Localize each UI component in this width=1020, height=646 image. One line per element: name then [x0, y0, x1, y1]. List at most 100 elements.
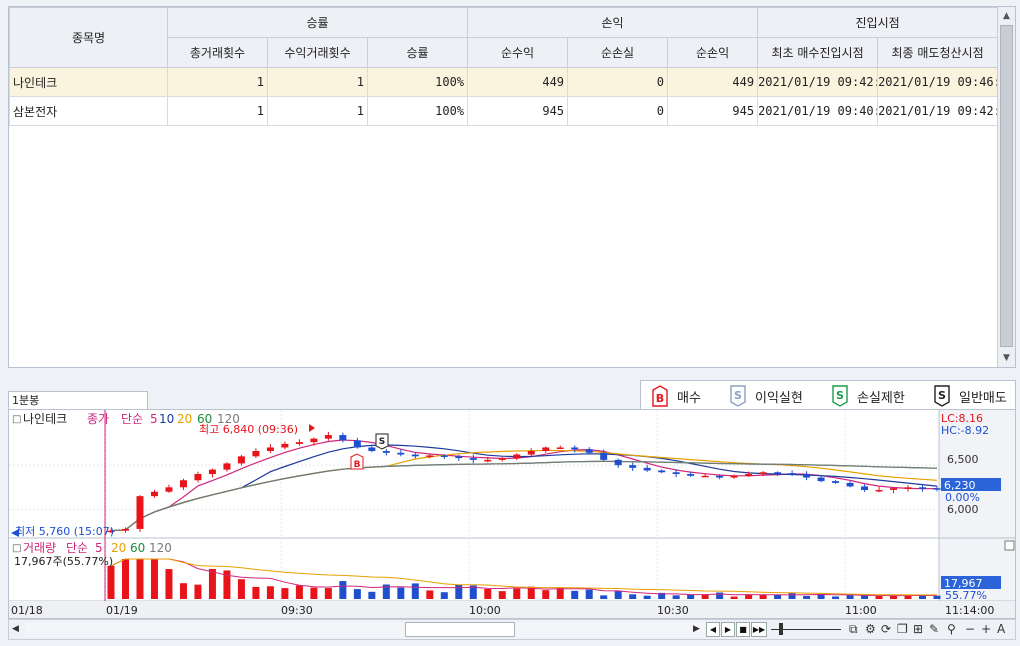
collapse-icon[interactable]: □ [12, 414, 21, 425]
sell-trade-marker[interactable]: S [375, 433, 389, 450]
volume-bar [281, 588, 289, 599]
draw-icon[interactable]: ✎ [929, 621, 939, 638]
volume-bar [266, 586, 274, 599]
chart-canvas[interactable]: □ 나인테크 종가 단순 5 10 20 60 120 최고 6,840 (09… [9, 410, 1015, 618]
ytick-label: 6,000 [947, 503, 979, 516]
candle [716, 475, 724, 478]
table-row[interactable]: 나인테크 1 1 100% 449 0 449 2021/01/19 09:42… [9, 67, 999, 97]
candle [223, 463, 231, 470]
candle [803, 474, 811, 478]
step-back-button[interactable]: ◀ [706, 622, 720, 637]
cell-name: 나인테크 [9, 67, 168, 97]
candle [774, 472, 782, 474]
candle [759, 472, 767, 475]
col-header-total-trades[interactable]: 총거래횟수 [167, 37, 268, 68]
candle [121, 528, 129, 531]
zoom-out-icon[interactable]: − [965, 621, 975, 638]
xtick-label: 10:00 [469, 604, 501, 617]
volume-bar [861, 595, 869, 599]
cell-net-loss: 0 [567, 96, 669, 126]
volume-bar [875, 596, 883, 599]
speed-slider-handle[interactable] [779, 623, 783, 635]
candle [165, 487, 173, 492]
volume-bar [295, 585, 303, 599]
scroll-up-icon[interactable]: ▲ [998, 8, 1015, 24]
candle [817, 477, 825, 482]
crosshair-icon[interactable]: ⊞ [913, 621, 923, 638]
col-header-winrate[interactable]: 승률 [366, 37, 469, 68]
candle [237, 456, 245, 464]
refresh-icon[interactable]: ⟳ [881, 621, 891, 638]
vol-ma120-label: 120 [149, 541, 172, 555]
zoom-icon[interactable]: ⚲ [947, 621, 956, 638]
low-price-annotation: 최저 5,760 (15:07) [15, 525, 114, 538]
volume-panel-close-icon[interactable] [1004, 540, 1015, 551]
volume-bar [585, 589, 593, 599]
volume-bar [252, 586, 260, 599]
col-header-first-buy[interactable]: 최초 매수진입시점 [757, 37, 879, 68]
screenshot-icon[interactable]: ⧉ [849, 621, 858, 638]
volume-bar [513, 588, 521, 599]
scroll-right-icon[interactable]: ▶ [693, 621, 700, 638]
candlestick-chart[interactable]: □ 나인테크 종가 단순 5 10 20 60 120 최고 6,840 (09… [8, 409, 1016, 619]
volume-value-label: 17,967주(55.77%) [14, 555, 113, 568]
candle [513, 454, 521, 459]
candle [527, 451, 535, 455]
candle [136, 496, 144, 529]
trade-summary-grid: 종목명 승률 손익 진입시점 총거래횟수 수익거래횟수 승률 순수익 순손실 순… [8, 6, 1016, 368]
col-header-net-profit[interactable]: 순수익 [467, 37, 569, 68]
zoom-in-icon[interactable]: + [981, 621, 991, 638]
volume-bar [353, 589, 361, 599]
horizontal-scrollbar[interactable] [25, 622, 705, 637]
hc-label: HC:-8.92 [941, 424, 989, 437]
horizontal-scroll-thumb[interactable] [405, 622, 515, 637]
cell-net-loss: 0 [567, 67, 669, 97]
play-button[interactable]: ▶ [721, 622, 735, 637]
volume-bar [121, 559, 129, 599]
col-header-name[interactable]: 종목명 [9, 7, 168, 68]
chart-period-tab[interactable]: 1분봉 [8, 391, 148, 409]
volume-bar [643, 595, 651, 599]
font-size-icon[interactable]: A [997, 621, 1005, 638]
volume-bar [701, 594, 709, 599]
xtick-label: 11:00 [845, 604, 877, 617]
candle [411, 454, 419, 457]
col-header-net-loss[interactable]: 순손실 [567, 37, 669, 68]
cell-total-trades: 1 [167, 96, 268, 126]
volume-collapse-icon[interactable]: □ [12, 543, 21, 554]
window-icon[interactable]: ❐ [897, 621, 908, 638]
volume-bar [397, 587, 405, 599]
high-price-annotation: 최고 6,840 (09:36) [199, 423, 298, 436]
stop-button[interactable]: ■ [736, 622, 750, 637]
volume-bar [411, 583, 419, 599]
table-row[interactable]: 삼본전자 1 1 100% 945 0 945 2021/01/19 09:40… [9, 96, 999, 126]
fast-forward-button[interactable]: ▶▶ [751, 622, 767, 637]
candle [455, 456, 463, 459]
volume-title: 거래량 [23, 541, 56, 555]
volume-ma-lines [110, 558, 937, 597]
candle [194, 474, 202, 481]
col-header-last-sell[interactable]: 최종 매도청산시점 [877, 37, 999, 68]
volume-bar [846, 595, 854, 599]
vol-ma5-label: 5 [95, 541, 103, 555]
vol-ma20-label: 20 [111, 541, 126, 555]
ma20-label: 20 [177, 412, 192, 426]
take-profit-marker-icon: S [730, 385, 746, 407]
vertical-scrollbar[interactable]: ▲ ▼ [997, 7, 1015, 367]
col-header-profit-trades[interactable]: 수익거래횟수 [267, 37, 368, 68]
xtick-label: 09:30 [281, 604, 313, 617]
settings-icon[interactable]: ⚙ [865, 621, 876, 638]
cell-net-pnl: 945 [667, 96, 759, 126]
candle [745, 474, 753, 476]
col-header-net-pnl[interactable]: 순손익 [667, 37, 759, 68]
scroll-down-icon[interactable]: ▼ [998, 350, 1015, 366]
candle [339, 435, 347, 441]
volume-bar [600, 595, 608, 599]
candle [600, 452, 608, 460]
col-group-winrate: 승률 [166, 7, 469, 38]
buy-trade-marker[interactable]: B [350, 453, 364, 470]
candle [382, 451, 390, 453]
volume-bar [194, 584, 202, 599]
scroll-thumb[interactable] [1000, 25, 1013, 347]
scroll-left-icon[interactable]: ◀ [12, 621, 19, 638]
